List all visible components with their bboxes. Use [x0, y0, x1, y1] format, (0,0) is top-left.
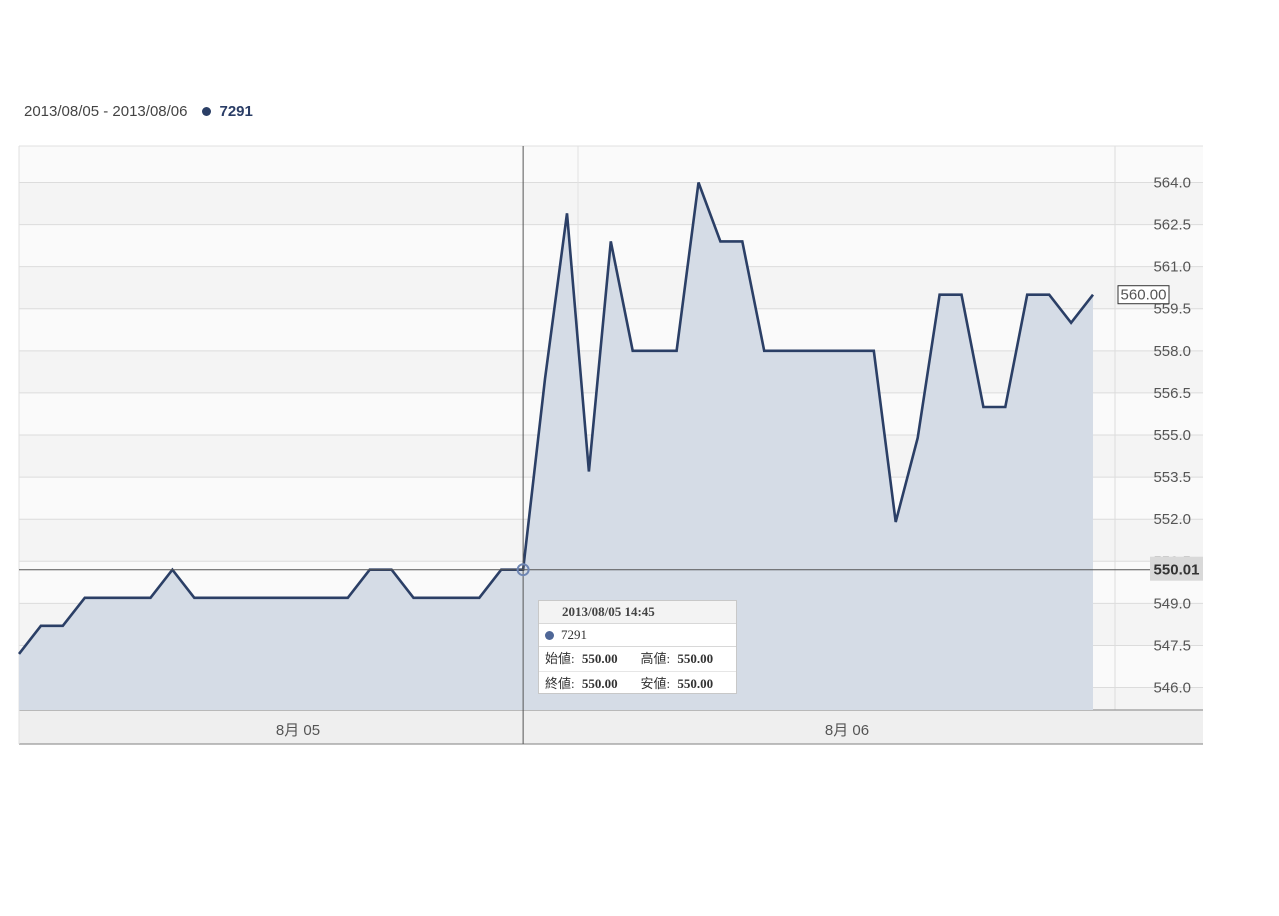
- tooltip-timestamp: 2013/08/05 14:45: [539, 601, 736, 624]
- y-tick-label: 552.0: [1153, 511, 1191, 528]
- y-tick-label: 561.0: [1153, 259, 1191, 276]
- low-label: 安値: [640, 676, 667, 691]
- tooltip-high: 高値: 550.00: [640, 651, 714, 666]
- tooltip-close: 終値: 550.00: [545, 676, 618, 691]
- open-value: 550.00: [581, 651, 618, 666]
- close-value: 550.00: [581, 676, 618, 691]
- y-tick-label: 555.0: [1153, 427, 1191, 444]
- price-chart[interactable]: 564.0562.5561.0559.5558.0556.5555.0553.5…: [0, 0, 1279, 916]
- tooltip-series: 7291: [539, 624, 736, 647]
- x-axis-strip: [19, 710, 1203, 744]
- current-value-label: 560.00: [1121, 287, 1167, 304]
- tooltip-row-open-high: 始値: 550.00 高値: 550.00: [539, 647, 736, 671]
- high-label: 高値: [640, 651, 667, 666]
- plot-band: [19, 146, 1203, 183]
- crosshair-value-label: 550.01: [1154, 562, 1200, 579]
- y-tick-label: 549.0: [1153, 595, 1191, 612]
- x-tick-label: 8月 06: [825, 722, 869, 739]
- open-label: 始値: [545, 651, 572, 666]
- low-value: 550.00: [677, 676, 714, 691]
- close-label: 終値: [545, 676, 572, 691]
- tooltip-series-name: 7291: [561, 627, 587, 642]
- high-value: 550.00: [677, 651, 714, 666]
- tooltip-row-close-low: 終値: 550.00 安値: 550.00: [539, 671, 736, 696]
- y-tick-label: 553.5: [1153, 469, 1191, 486]
- data-tooltip: 2013/08/05 14:45 7291 始値: 550.00 高値: 550…: [538, 600, 737, 694]
- tooltip-series-marker-icon: [545, 631, 554, 640]
- plot-band: [19, 182, 1203, 225]
- y-tick-label: 558.0: [1153, 343, 1191, 360]
- y-tick-label: 547.5: [1153, 637, 1191, 654]
- y-tick-label: 556.5: [1153, 385, 1191, 402]
- tooltip-low: 安値: 550.00: [640, 676, 714, 691]
- x-tick-label: 8月 05: [276, 722, 320, 739]
- y-tick-label: 546.0: [1153, 680, 1191, 697]
- tooltip-open: 始値: 550.00: [545, 651, 618, 666]
- y-tick-label: 562.5: [1153, 217, 1191, 234]
- y-tick-label: 564.0: [1153, 174, 1191, 191]
